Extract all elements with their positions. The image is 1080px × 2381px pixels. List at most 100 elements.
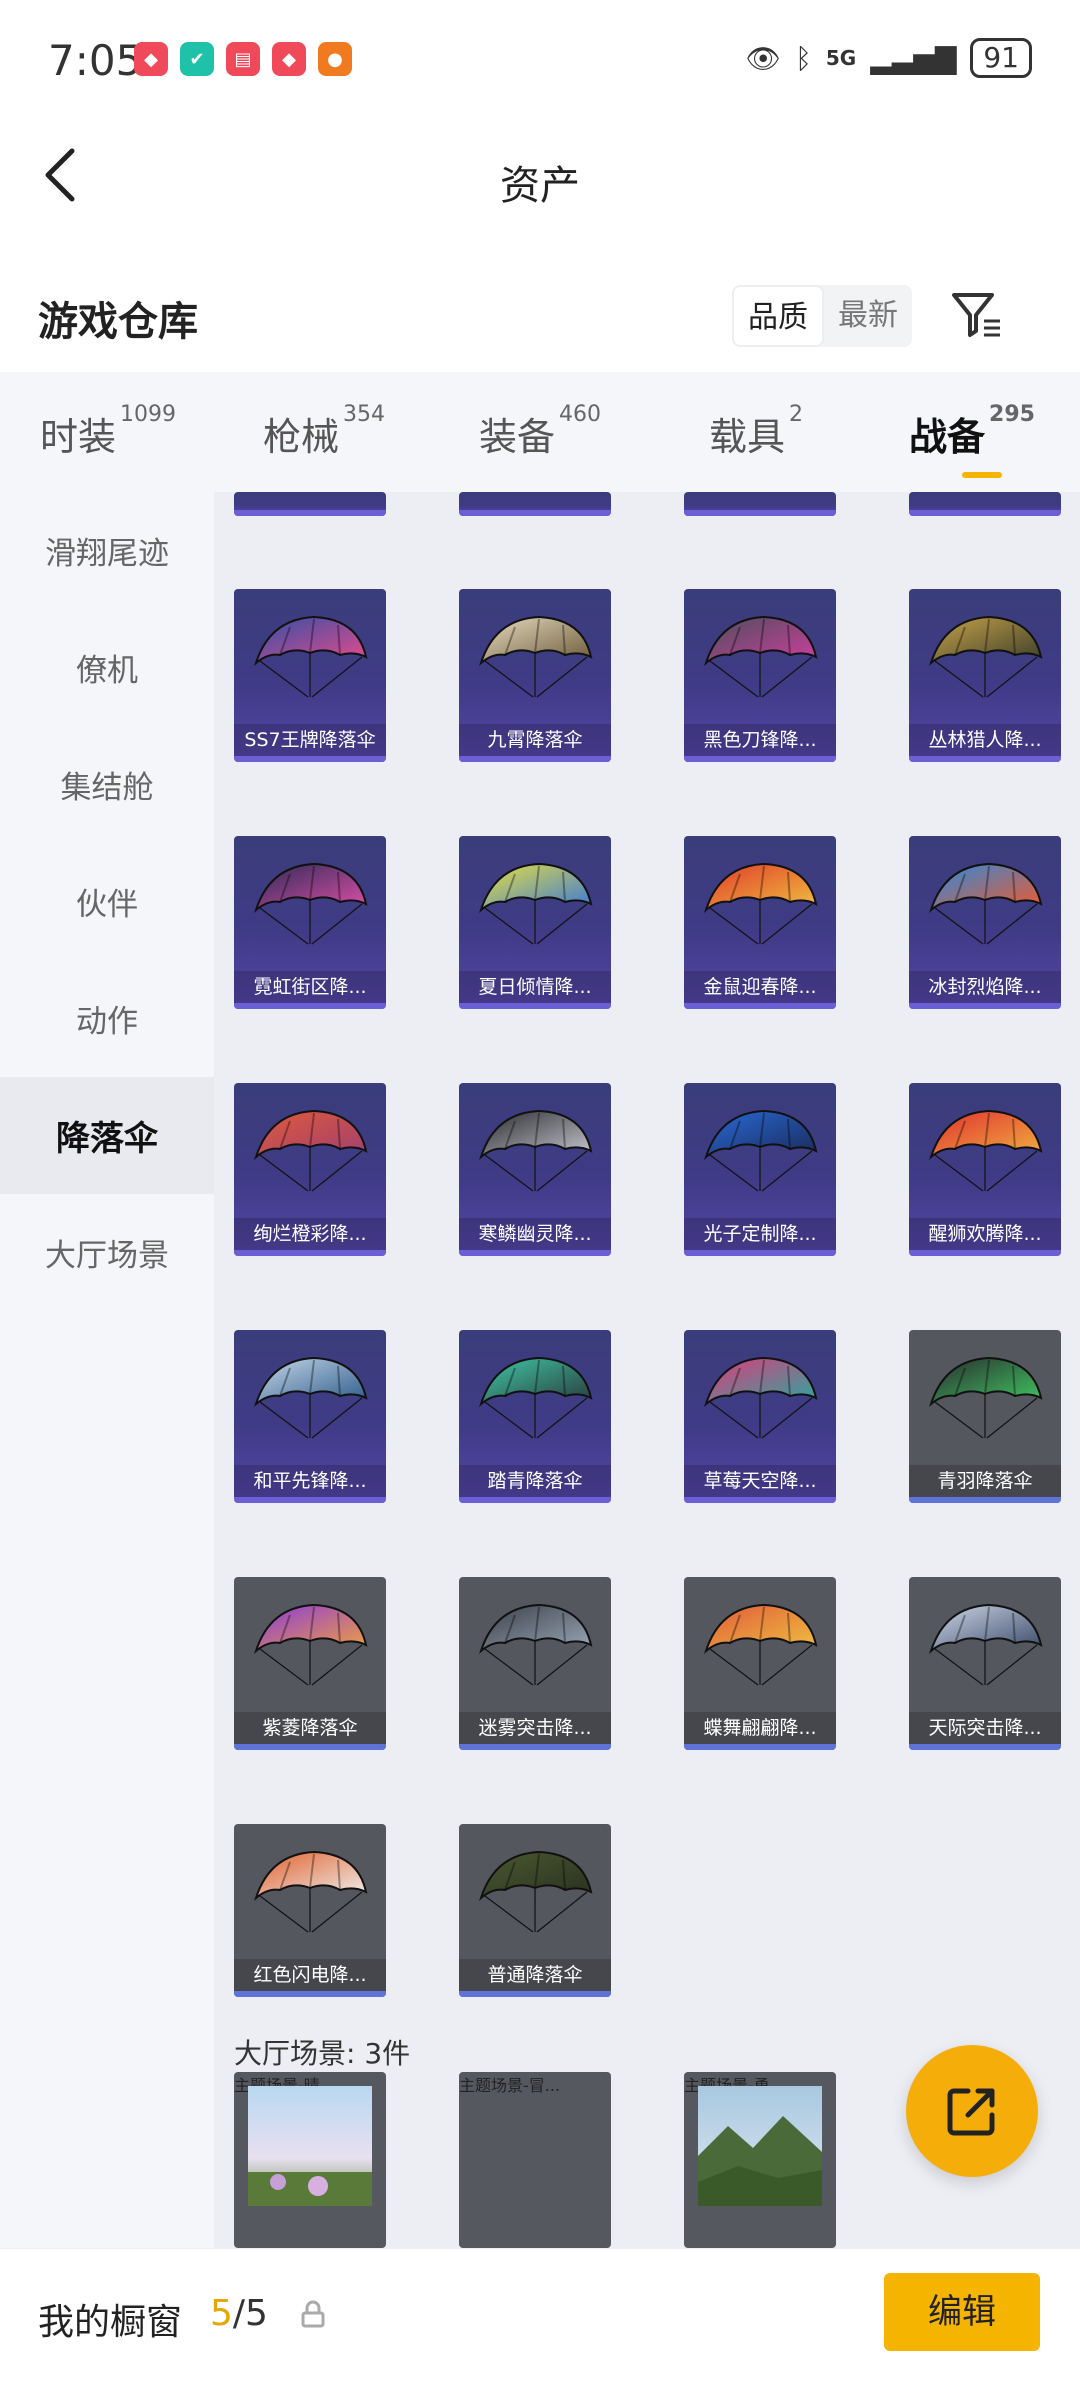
share-fab-button[interactable] bbox=[906, 2045, 1038, 2177]
parachute-icon bbox=[479, 1850, 593, 1933]
item-card[interactable]: 红色闪电降... bbox=[234, 1824, 386, 1997]
item-card[interactable]: 九霄降落伞 bbox=[459, 589, 611, 762]
item-label: 天际突击降... bbox=[909, 1712, 1061, 1744]
item-card[interactable]: 迷雾突击降... bbox=[459, 1577, 611, 1750]
shop-app-icon: ◆ bbox=[134, 42, 168, 76]
item-card-partial[interactable] bbox=[684, 492, 836, 516]
tab-equipment[interactable]: 装备460 bbox=[432, 372, 648, 492]
card-bar bbox=[684, 510, 836, 516]
tab-fashion[interactable]: 时装1099 bbox=[0, 372, 216, 492]
item-card[interactable]: 醒狮欢腾降... bbox=[909, 1083, 1061, 1256]
scene-thumbnail bbox=[698, 2086, 822, 2206]
item-card[interactable]: 寒鳞幽灵降... bbox=[459, 1083, 611, 1256]
parachute-icon bbox=[929, 862, 1043, 945]
item-card[interactable]: 冰封烈焰降... bbox=[909, 836, 1061, 1009]
parachute-icon bbox=[479, 1356, 593, 1439]
card-bar bbox=[459, 1250, 611, 1256]
parachute-icon bbox=[254, 1109, 368, 1192]
network-label: 5G bbox=[825, 46, 857, 70]
item-card[interactable]: 普通降落伞 bbox=[459, 1824, 611, 1997]
parachute-icon bbox=[929, 1603, 1043, 1686]
card-bar bbox=[234, 756, 386, 762]
sidebar-item-companion[interactable]: 伙伴 bbox=[0, 843, 214, 960]
item-card[interactable]: 光子定制降... bbox=[684, 1083, 836, 1256]
warehouse-header: 游戏仓库 品质 最新 bbox=[0, 265, 1080, 365]
item-card-partial[interactable] bbox=[459, 492, 611, 516]
sidebar-item-assembly-pod[interactable]: 集结舱 bbox=[0, 726, 214, 843]
parachute-icon bbox=[929, 615, 1043, 698]
scene-label: 主题场景-冒... bbox=[459, 2076, 561, 2095]
tab-guns[interactable]: 枪械354 bbox=[216, 372, 432, 492]
item-card[interactable]: 青羽降落伞 bbox=[909, 1330, 1061, 1503]
card-bar bbox=[234, 1003, 386, 1009]
item-card[interactable]: 天际突击降... bbox=[909, 1577, 1061, 1750]
parachute-icon bbox=[254, 1850, 368, 1933]
item-label: 九霄降落伞 bbox=[459, 724, 611, 756]
card-bar bbox=[234, 1744, 386, 1750]
sidebar-item-lobby-scene[interactable]: 大厅场景 bbox=[0, 1194, 214, 1311]
item-card[interactable]: 草莓天空降... bbox=[684, 1330, 836, 1503]
tab-label: 战备 bbox=[909, 415, 986, 459]
sort-quality-button[interactable]: 品质 bbox=[732, 285, 824, 347]
parachute-icon bbox=[929, 1356, 1043, 1439]
category-tabs: 时装1099 枪械354 装备460 载具2 战备295 bbox=[0, 372, 1080, 492]
card-bar bbox=[909, 1497, 1061, 1503]
item-card[interactable]: 金鼠迎春降... bbox=[684, 836, 836, 1009]
card-bar bbox=[459, 1003, 611, 1009]
item-card-partial[interactable] bbox=[234, 492, 386, 516]
sidebar-item-parachute[interactable]: 降落伞 bbox=[0, 1077, 214, 1194]
item-label: 和平先锋降... bbox=[234, 1465, 386, 1497]
shield-app-icon: ✔ bbox=[180, 42, 214, 76]
item-card[interactable]: 和平先锋降... bbox=[234, 1330, 386, 1503]
item-label: 草莓天空降... bbox=[684, 1465, 836, 1497]
sidebar-item-glide-trail[interactable]: 滑翔尾迹 bbox=[0, 492, 214, 609]
item-card[interactable]: 丛林猎人降... bbox=[909, 589, 1061, 762]
page-title: 资产 bbox=[500, 163, 580, 209]
item-grid: SS7王牌降落伞 九霄降落伞 黑色刀锋降... 丛林猎人降... 霓虹街区降... 夏日倾… bbox=[214, 492, 1080, 2248]
scene-card[interactable]: 主题场景-晴... bbox=[234, 2072, 386, 2248]
parachute-icon bbox=[254, 1356, 368, 1439]
tab-combat-gear[interactable]: 战备295 bbox=[864, 372, 1080, 492]
parachute-icon bbox=[704, 1109, 818, 1192]
item-card[interactable]: 蝶舞翩翩降... bbox=[684, 1577, 836, 1750]
item-card[interactable]: 踏青降落伞 bbox=[459, 1330, 611, 1503]
tab-label: 枪械 bbox=[262, 415, 339, 459]
filter-button[interactable] bbox=[946, 285, 1006, 345]
card-bar bbox=[909, 510, 1061, 516]
scene-card[interactable]: 主题场景-勇... bbox=[684, 2072, 836, 2248]
share-icon bbox=[947, 2088, 995, 2136]
scene-card[interactable]: 主题场景-冒... bbox=[459, 2072, 611, 2248]
card-bar bbox=[234, 1250, 386, 1256]
card-bar bbox=[909, 756, 1061, 762]
card-bar bbox=[909, 1744, 1061, 1750]
item-card[interactable]: SS7王牌降落伞 bbox=[234, 589, 386, 762]
tab-label: 载具 bbox=[708, 415, 785, 459]
item-card[interactable]: 紫菱降落伞 bbox=[234, 1577, 386, 1750]
card-bar bbox=[234, 510, 386, 516]
item-card[interactable]: 绚烂橙彩降... bbox=[234, 1083, 386, 1256]
card-bar bbox=[234, 1497, 386, 1503]
signal-icon: ▂▃▅▇ bbox=[870, 41, 957, 75]
sort-newest-button[interactable]: 最新 bbox=[824, 285, 912, 347]
sidebar-item-emote[interactable]: 动作 bbox=[0, 960, 214, 1077]
subcategory-sidebar: 滑翔尾迹 僚机 集结舱 伙伴 动作 降落伞 大厅场景 bbox=[0, 492, 214, 2248]
item-label: 霓虹街区降... bbox=[234, 971, 386, 1003]
item-label: 紫菱降落伞 bbox=[234, 1712, 386, 1744]
item-card[interactable]: 黑色刀锋降... bbox=[684, 589, 836, 762]
tab-count: 2 bbox=[789, 402, 803, 427]
parachute-icon bbox=[704, 1603, 818, 1686]
item-label: SS7王牌降落伞 bbox=[234, 724, 386, 756]
item-card-partial[interactable] bbox=[909, 492, 1061, 516]
item-label: 醒狮欢腾降... bbox=[909, 1218, 1061, 1250]
game-app-icon: ● bbox=[318, 42, 352, 76]
eye-icon: 👁 bbox=[745, 41, 782, 75]
tab-vehicles[interactable]: 载具2 bbox=[648, 372, 864, 492]
status-bar: 7:05 ◆ ✔ ▤ ◆ ● 👁 ᛒ 5G ▂▃▅▇ 91 bbox=[0, 0, 1080, 125]
card-bar bbox=[909, 1003, 1061, 1009]
item-label: 蝶舞翩翩降... bbox=[684, 1712, 836, 1744]
edit-button[interactable]: 编辑 bbox=[884, 2273, 1040, 2351]
item-card[interactable]: 霓虹街区降... bbox=[234, 836, 386, 1009]
sidebar-item-wingman[interactable]: 僚机 bbox=[0, 609, 214, 726]
tab-count: 1099 bbox=[120, 402, 176, 427]
item-card[interactable]: 夏日倾情降... bbox=[459, 836, 611, 1009]
